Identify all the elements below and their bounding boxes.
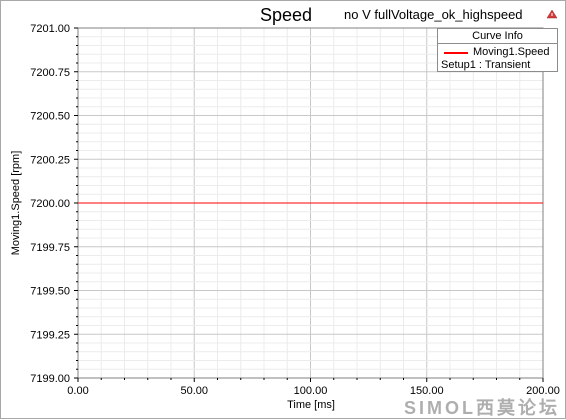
x-tick-label: 50.00 bbox=[180, 385, 208, 397]
y-tick-label: 7199.00 bbox=[30, 373, 70, 385]
legend[interactable]: Curve Info Moving1.Speed Setup1 : Transi… bbox=[437, 28, 558, 72]
watermark: SIMOL西莫论坛 bbox=[404, 398, 560, 418]
y-tick-label: 7200.50 bbox=[30, 111, 70, 123]
x-tick-label: 100.00 bbox=[294, 385, 328, 397]
legend-header: Curve Info bbox=[438, 29, 557, 44]
legend-setup-label: Setup1 : Transient bbox=[441, 59, 531, 71]
legend-series-label[interactable]: Moving1.Speed bbox=[473, 46, 549, 58]
y-tick-label: 7201.00 bbox=[30, 23, 70, 35]
legend-swatch bbox=[444, 52, 468, 54]
y-tick-label: 7199.50 bbox=[30, 286, 70, 298]
chart-subtitle: no V fullVoltage_ok_highspeed bbox=[344, 7, 523, 22]
y-tick-label: 7200.25 bbox=[30, 154, 70, 166]
y-axis-label: Moving1.Speed [rpm] bbox=[10, 151, 22, 256]
x-tick-label: 0.00 bbox=[67, 385, 88, 397]
y-tick-label: 7199.25 bbox=[30, 329, 70, 341]
x-axis-label: Time [ms] bbox=[287, 399, 335, 411]
plot-window: Speed no V fullVoltage_ok_highspeed 7199… bbox=[0, 0, 566, 419]
y-axis-ticks: 7199.00 7199.25 7199.50 7199.75 7200.00 7200.… bbox=[30, 23, 78, 385]
y-tick-label: 7199.75 bbox=[30, 242, 70, 254]
chart-title: Speed bbox=[260, 5, 312, 25]
expand-arrow-icon[interactable] bbox=[546, 6, 558, 19]
y-tick-label: 7200.75 bbox=[30, 67, 70, 79]
y-tick-label: 7200.00 bbox=[30, 198, 70, 210]
